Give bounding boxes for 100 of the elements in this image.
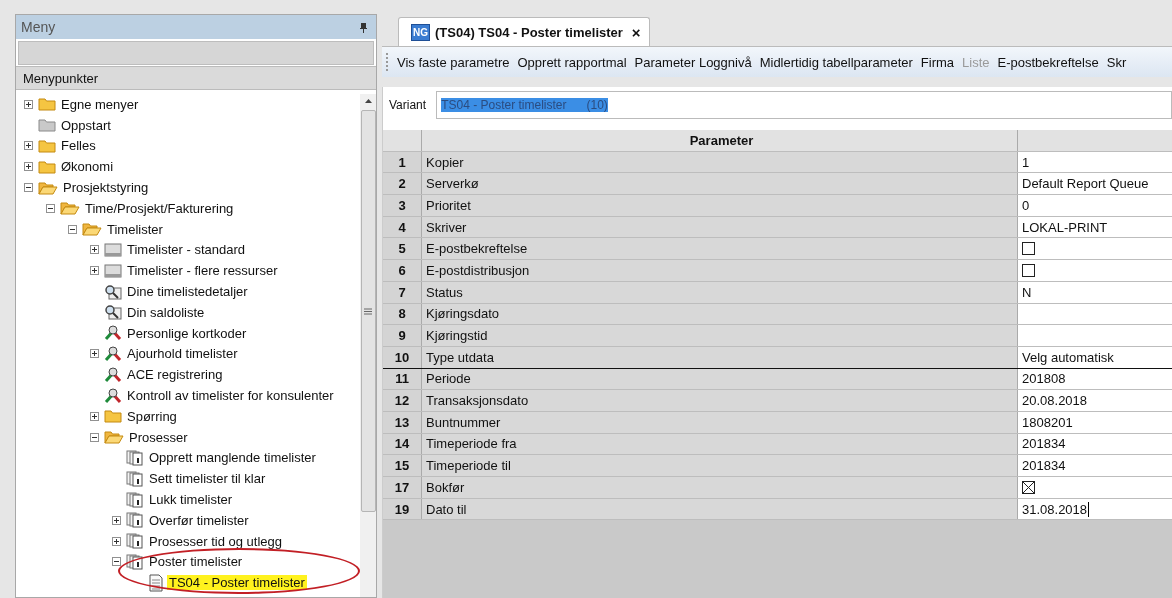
toolbar-button[interactable]: Vis faste parametre: [393, 54, 514, 70]
expander-icon[interactable]: [46, 203, 55, 213]
app-badge: NG: [411, 23, 430, 41]
search-field[interactable]: [18, 41, 374, 65]
tree-item[interactable]: Egne menyer: [59, 96, 141, 112]
expander-icon[interactable]: [24, 162, 33, 172]
value-cell[interactable]: 20.08.2018: [1018, 390, 1172, 411]
toolbar-button[interactable]: Parameter Loggnivå: [630, 54, 756, 70]
expander-icon[interactable]: [90, 411, 99, 421]
scrollbar[interactable]: [360, 94, 376, 597]
tree-item[interactable]: Overfør timelister: [147, 512, 251, 528]
toolbar-button[interactable]: Opprett rapportmal: [513, 54, 631, 70]
row-number: 19: [383, 498, 422, 520]
row-number: 8: [383, 303, 422, 325]
tools-icon: [104, 387, 122, 404]
expander-icon[interactable]: [112, 515, 121, 525]
value-cell[interactable]: 1: [1018, 151, 1172, 173]
value-cell[interactable]: 201834: [1018, 433, 1172, 455]
tree-item[interactable]: TS04 - Poster timelister: [167, 575, 307, 591]
value-cell[interactable]: 201834: [1018, 455, 1172, 476]
tree-item[interactable]: Ajourhold timelister: [125, 346, 240, 362]
folder-icon: [38, 139, 56, 153]
value-cell[interactable]: Velg automatisk: [1018, 346, 1172, 368]
tree-item[interactable]: Økonomi: [59, 159, 116, 175]
expander-icon[interactable]: [90, 349, 99, 359]
parameter-name: Skriver: [422, 216, 1018, 238]
document-tab[interactable]: NG (TS04) TS04 - Poster timelister ×: [398, 17, 650, 46]
toolbar-button[interactable]: Skr: [1102, 54, 1131, 70]
column-header[interactable]: Parameter: [422, 130, 1018, 151]
checkbox[interactable]: [1022, 242, 1035, 256]
value-cell[interactable]: 1808201: [1018, 411, 1172, 433]
close-button[interactable]: ×: [627, 23, 641, 41]
toolbar-button[interactable]: Midlertidig tabellparameter: [755, 54, 917, 70]
tools-icon: [104, 366, 122, 383]
tree-item[interactable]: Lukk timelister: [147, 492, 235, 508]
expander-icon[interactable]: [112, 557, 121, 567]
pin-icon[interactable]: [359, 21, 368, 33]
value-cell[interactable]: Default Report Queue: [1018, 173, 1172, 195]
tree-item[interactable]: Dine timelistedetaljer: [125, 284, 250, 300]
tree-item[interactable]: Kontroll av timelister for konsulenter: [125, 388, 336, 404]
report-icon: [104, 242, 122, 257]
parameter-name: Kjøringsdato: [422, 303, 1018, 325]
parameter-name: Kopier: [422, 151, 1018, 173]
toolbar-button[interactable]: Firma: [916, 54, 959, 70]
value-cell[interactable]: N: [1018, 281, 1172, 303]
magnifier-icon: [104, 304, 122, 321]
pages-icon: [126, 449, 144, 466]
tree-item[interactable]: Time/Prosjekt/Fakturering: [83, 200, 236, 216]
toolbar-button[interactable]: E-postbekreftelse: [993, 54, 1103, 70]
expander-icon[interactable]: [68, 224, 77, 234]
tree-item[interactable]: Timelister - flere ressurser: [125, 263, 280, 279]
tree-item[interactable]: Timelister - standard: [125, 242, 247, 258]
pages-icon: [126, 491, 144, 508]
row-number: 10: [383, 346, 422, 368]
value-cell[interactable]: 31.08.2018: [1018, 498, 1172, 520]
value-cell[interactable]: 0: [1018, 195, 1172, 216]
open-folder-icon: [104, 430, 124, 445]
value-cell[interactable]: 201808: [1018, 368, 1172, 390]
tree-item[interactable]: Oppstart: [59, 117, 113, 133]
parameter-name: Status: [422, 281, 1018, 303]
tree-item[interactable]: Spørring: [125, 408, 179, 424]
pages-icon: [126, 512, 144, 529]
expander-icon[interactable]: [90, 245, 99, 255]
value-cell[interactable]: LOKAL-PRINT: [1018, 216, 1172, 238]
value-cell[interactable]: [1018, 303, 1172, 325]
folder-icon: [38, 97, 56, 112]
checkbox[interactable]: [1022, 480, 1035, 494]
tree-item[interactable]: Prosjektstyring: [61, 180, 151, 196]
parameter-name: Kjøringstid: [422, 325, 1018, 346]
tree-item[interactable]: Sett timelister til klar: [147, 471, 268, 487]
checkbox[interactable]: [1022, 263, 1035, 277]
expander-icon[interactable]: [24, 141, 33, 151]
tree-item[interactable]: Opprett manglende timelister: [147, 450, 318, 466]
value-cell[interactable]: [1018, 325, 1172, 346]
tree-item[interactable]: Poster timelister: [147, 554, 245, 570]
tree-item[interactable]: Felles: [59, 138, 98, 154]
tree-item[interactable]: ACE registrering: [125, 367, 225, 383]
open-folder-icon: [38, 180, 58, 195]
parameter-name: Transaksjonsdato: [422, 390, 1018, 411]
parameter-name: Prioritet: [422, 195, 1018, 216]
tree-item[interactable]: Din saldoliste: [125, 304, 207, 320]
tree-item[interactable]: Personlige kortkoder: [125, 325, 249, 341]
scroll-thumb[interactable]: [360, 110, 376, 512]
row-number: 7: [383, 281, 422, 303]
expander-icon[interactable]: [24, 99, 33, 109]
parameter-name: Dato til: [422, 498, 1018, 520]
expander-icon[interactable]: [112, 536, 121, 546]
row-number: 17: [383, 477, 422, 498]
row-number: 1: [383, 151, 422, 173]
tree-item[interactable]: Timelister: [105, 221, 165, 237]
magnifier-icon: [104, 283, 122, 300]
expander-icon[interactable]: [90, 432, 99, 442]
expander-icon[interactable]: [24, 183, 33, 193]
row-number: 5: [383, 238, 422, 260]
tree-item[interactable]: Prosesser: [127, 429, 190, 445]
row-number: 6: [383, 260, 422, 281]
scroll-up-icon[interactable]: [363, 98, 373, 104]
row-number: 13: [383, 411, 422, 433]
parameter-name: Bokfør: [422, 477, 1018, 498]
expander-icon[interactable]: [90, 266, 99, 276]
